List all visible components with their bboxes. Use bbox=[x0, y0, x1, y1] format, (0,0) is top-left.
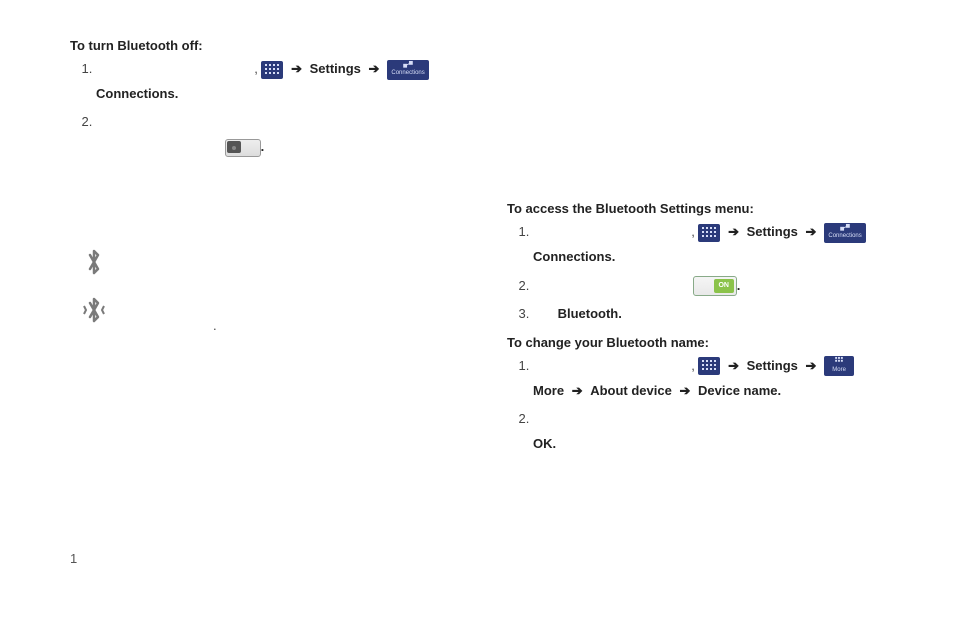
apps-grid-icon bbox=[261, 61, 283, 79]
c2-text: Modify the device name in the dialog box… bbox=[533, 411, 816, 426]
connections-label: Connections bbox=[96, 86, 175, 101]
c1-lead: From the Home screen, tap bbox=[533, 358, 691, 373]
heading-access: To access the Bluetooth Settings menu: bbox=[507, 201, 904, 216]
connections-label: Connections bbox=[533, 249, 612, 264]
a2-text: Verify your Bluetooth is ON bbox=[533, 278, 689, 293]
device-name-label: Device name bbox=[698, 383, 778, 398]
apps-grid-icon bbox=[698, 357, 720, 375]
arrow-icon: ➔ bbox=[291, 61, 302, 76]
period: . bbox=[261, 139, 265, 154]
period: . bbox=[618, 306, 622, 321]
change-steps: From the Home screen, tap, ➔ Settings ➔ … bbox=[507, 354, 904, 457]
period: . bbox=[175, 86, 179, 101]
bluetooth-icon bbox=[80, 248, 108, 283]
document-page: To turn Bluetooth off: From the Home scr… bbox=[0, 0, 954, 465]
more-label: More bbox=[533, 383, 564, 398]
arrow-icon: ➔ bbox=[679, 383, 690, 398]
turn-off-step-2: Tap the ON/OFF slider, located to the ri… bbox=[96, 110, 467, 159]
arrow-icon: ➔ bbox=[728, 358, 739, 373]
step2-text: Tap the ON/OFF slider, located to the ri… bbox=[96, 114, 465, 154]
status-title: Bluetooth Status Indicators bbox=[80, 172, 235, 187]
bluetooth-active-text: Displays when Bluetooth is active. bbox=[122, 253, 467, 278]
heading-turn-off: To turn Bluetooth off: bbox=[70, 38, 467, 53]
toggle-off-icon bbox=[225, 139, 261, 157]
period: . bbox=[737, 278, 741, 293]
settings-label: Settings bbox=[310, 61, 361, 76]
bluetooth-connected-icon bbox=[80, 296, 108, 331]
connections-icon: Connections bbox=[824, 223, 866, 243]
turn-off-step-1: From the Home screen, tap, ➔ Settings ➔ … bbox=[96, 57, 467, 106]
bluetooth-connected-text: Displays when Bluetooth is connected (pa… bbox=[122, 289, 467, 338]
period: . bbox=[778, 383, 782, 398]
toggle-on-knob: ON bbox=[714, 279, 734, 293]
toggle-on-icon: ON bbox=[693, 276, 737, 296]
a1-lead: From the Home screen, tap bbox=[533, 224, 691, 239]
about-device-label: About device bbox=[590, 383, 672, 398]
connections-icon: Connections bbox=[387, 60, 429, 80]
right-column: Bluetooth Settings The Bluetooth setting… bbox=[507, 32, 904, 465]
apps-grid-icon bbox=[698, 224, 720, 242]
access-step-3: Tap Bluetooth. bbox=[533, 302, 904, 327]
settings-desc: The Bluetooth settings menu allows you t… bbox=[507, 47, 904, 96]
settings-label: Settings bbox=[747, 224, 798, 239]
more-icon: More bbox=[824, 356, 854, 376]
change-step-2: Modify the device name in the dialog box… bbox=[533, 407, 904, 456]
period: . bbox=[553, 436, 557, 451]
connections-icon-label: Connections bbox=[391, 68, 424, 79]
arrow-icon: ➔ bbox=[728, 224, 739, 239]
a3-tap: Tap bbox=[533, 306, 554, 321]
status-indicators-heading: Bluetooth Status Indicators The followin… bbox=[80, 168, 467, 238]
step1-lead-text: From the Home screen, tap bbox=[96, 61, 254, 76]
settings-heading: Bluetooth Settings bbox=[507, 32, 904, 47]
bluetooth-active-row: Displays when Bluetooth is active. bbox=[80, 248, 467, 283]
settings-label: Settings bbox=[747, 358, 798, 373]
turn-off-steps: From the Home screen, tap, ➔ Settings ➔ … bbox=[70, 57, 467, 160]
connections-glyph bbox=[402, 60, 414, 69]
bluetooth-label: Bluetooth bbox=[558, 306, 619, 321]
page-footer: 1 bbox=[70, 551, 85, 566]
apps-grid-svg bbox=[264, 63, 280, 77]
left-column: To turn Bluetooth off: From the Home scr… bbox=[70, 32, 467, 465]
settings-bullets: Entering or changing the name your devic… bbox=[517, 96, 904, 195]
arrow-icon: ➔ bbox=[806, 358, 817, 373]
bluetooth-connected-row: Displays when Bluetooth is connected (pa… bbox=[80, 289, 467, 338]
period: . bbox=[612, 249, 616, 264]
status-desc: The following icons show your Bluetooth … bbox=[80, 195, 442, 233]
arrow-icon: ➔ bbox=[806, 224, 817, 239]
arrow-icon: ➔ bbox=[572, 383, 583, 398]
heading-change-name: To change your Bluetooth name: bbox=[507, 335, 904, 350]
access-steps: From the Home screen, tap, ➔ Settings ➔ … bbox=[507, 220, 904, 327]
access-step-2: Verify your Bluetooth is ON ON. bbox=[533, 274, 904, 299]
page-number: 1 bbox=[70, 551, 77, 566]
change-step-1: From the Home screen, tap, ➔ Settings ➔ … bbox=[533, 354, 904, 403]
ok-label: OK bbox=[533, 436, 553, 451]
arrow-icon: ➔ bbox=[369, 61, 380, 76]
access-step-1: From the Home screen, tap, ➔ Settings ➔ … bbox=[533, 220, 904, 269]
